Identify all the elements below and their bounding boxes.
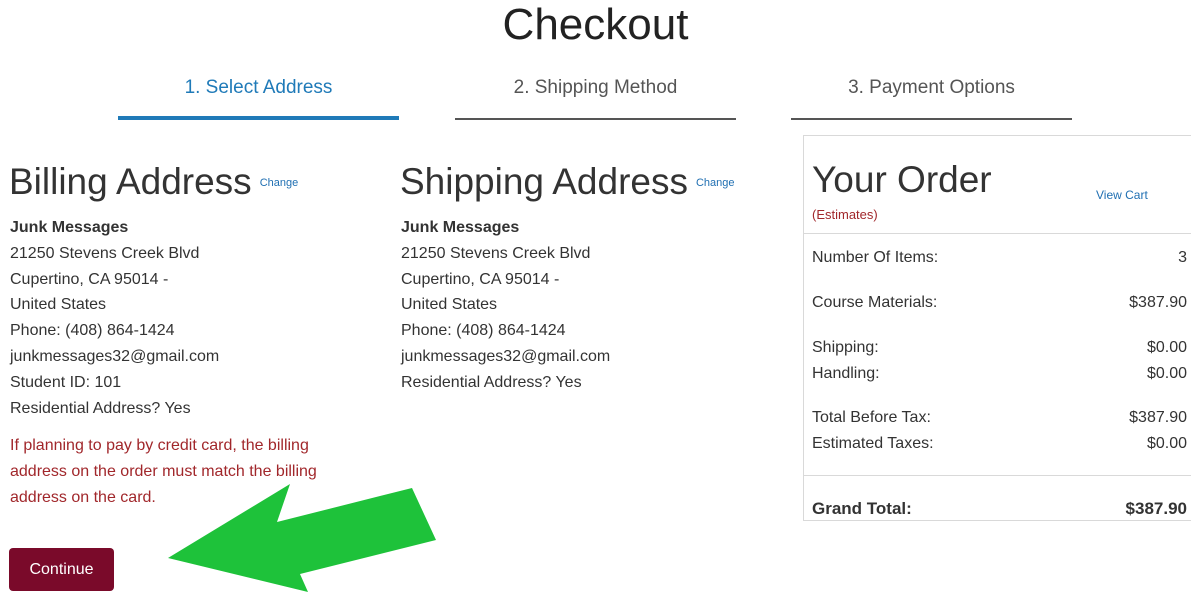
order-divider bbox=[804, 233, 1191, 234]
shipping-heading-text: Shipping Address bbox=[400, 161, 688, 202]
shipping-cost-label: Shipping: bbox=[812, 339, 879, 356]
order-title: Your Order bbox=[812, 159, 992, 200]
view-cart-link[interactable]: View Cart bbox=[1096, 188, 1148, 202]
before-tax-label: Total Before Tax: bbox=[812, 409, 931, 426]
billing-city: Cupertino, CA 95014 - bbox=[10, 270, 169, 288]
tab-active-indicator bbox=[118, 116, 399, 120]
materials-value: $387.90 bbox=[1129, 294, 1187, 311]
billing-heading-text: Billing Address bbox=[9, 161, 252, 202]
tab-shipping-method[interactable]: 2. Shipping Method bbox=[455, 76, 736, 120]
tab-payment-options[interactable]: 3. Payment Options bbox=[791, 76, 1072, 120]
handling-value: $0.00 bbox=[1146, 365, 1187, 382]
billing-email: junkmessages32@gmail.com bbox=[10, 347, 220, 365]
materials-label: Course Materials: bbox=[812, 294, 938, 311]
green-arrow-icon bbox=[168, 484, 436, 592]
shipping-email: junkmessages32@gmail.com bbox=[401, 347, 611, 365]
shipping-change-link[interactable]: Change bbox=[696, 177, 735, 189]
grand-total-value: $387.90 bbox=[1125, 499, 1187, 518]
taxes-value: $0.00 bbox=[1146, 435, 1187, 452]
taxes-label: Estimated Taxes: bbox=[812, 435, 934, 452]
shipping-address-block: Junk Messages 21250 Stevens Creek Blvd C… bbox=[401, 215, 610, 396]
items-value: 3 bbox=[1178, 249, 1187, 266]
shipping-street: 21250 Stevens Creek Blvd bbox=[401, 244, 591, 262]
shipping-cost-value: $0.00 bbox=[1146, 339, 1187, 356]
billing-street: 21250 Stevens Creek Blvd bbox=[10, 244, 200, 262]
billing-change-link[interactable]: Change bbox=[260, 177, 299, 189]
continue-button[interactable]: Continue bbox=[9, 548, 114, 591]
tab-indicator bbox=[791, 118, 1072, 120]
shipping-address-heading: Shipping Address Change bbox=[400, 160, 735, 205]
shipping-city: Cupertino, CA 95014 - bbox=[401, 270, 560, 288]
billing-address-block: Junk Messages 21250 Stevens Creek Blvd C… bbox=[10, 215, 219, 421]
order-divider bbox=[804, 475, 1191, 476]
shipping-name: Junk Messages bbox=[401, 219, 520, 236]
shipping-residential: Residential Address? Yes bbox=[401, 373, 582, 391]
billing-name: Junk Messages bbox=[10, 219, 129, 236]
billing-residential: Residential Address? Yes bbox=[10, 399, 191, 417]
handling-label: Handling: bbox=[812, 365, 880, 382]
tab-indicator bbox=[455, 118, 736, 120]
shipping-phone: Phone: (408) 864-1424 bbox=[401, 322, 566, 340]
estimates-note: (Estimates) bbox=[812, 207, 878, 222]
tab-label: 3. Payment Options bbox=[848, 77, 1015, 98]
shipping-country: United States bbox=[401, 296, 498, 314]
order-summary-panel: Your Order View Cart (Estimates) Number … bbox=[803, 135, 1191, 521]
tab-label: 2. Shipping Method bbox=[513, 77, 678, 98]
billing-student-id: Student ID: 101 bbox=[10, 373, 122, 391]
tab-select-address[interactable]: 1. Select Address bbox=[118, 76, 399, 120]
items-label: Number Of Items: bbox=[812, 249, 939, 266]
billing-address-heading: Billing Address Change bbox=[9, 160, 298, 205]
before-tax-value: $387.90 bbox=[1129, 409, 1187, 426]
grand-total-label: Grand Total: bbox=[812, 499, 912, 518]
page-title: Checkout bbox=[502, 0, 689, 49]
billing-country: United States bbox=[10, 296, 107, 314]
billing-phone: Phone: (408) 864-1424 bbox=[10, 322, 175, 340]
tab-label: 1. Select Address bbox=[184, 77, 333, 98]
